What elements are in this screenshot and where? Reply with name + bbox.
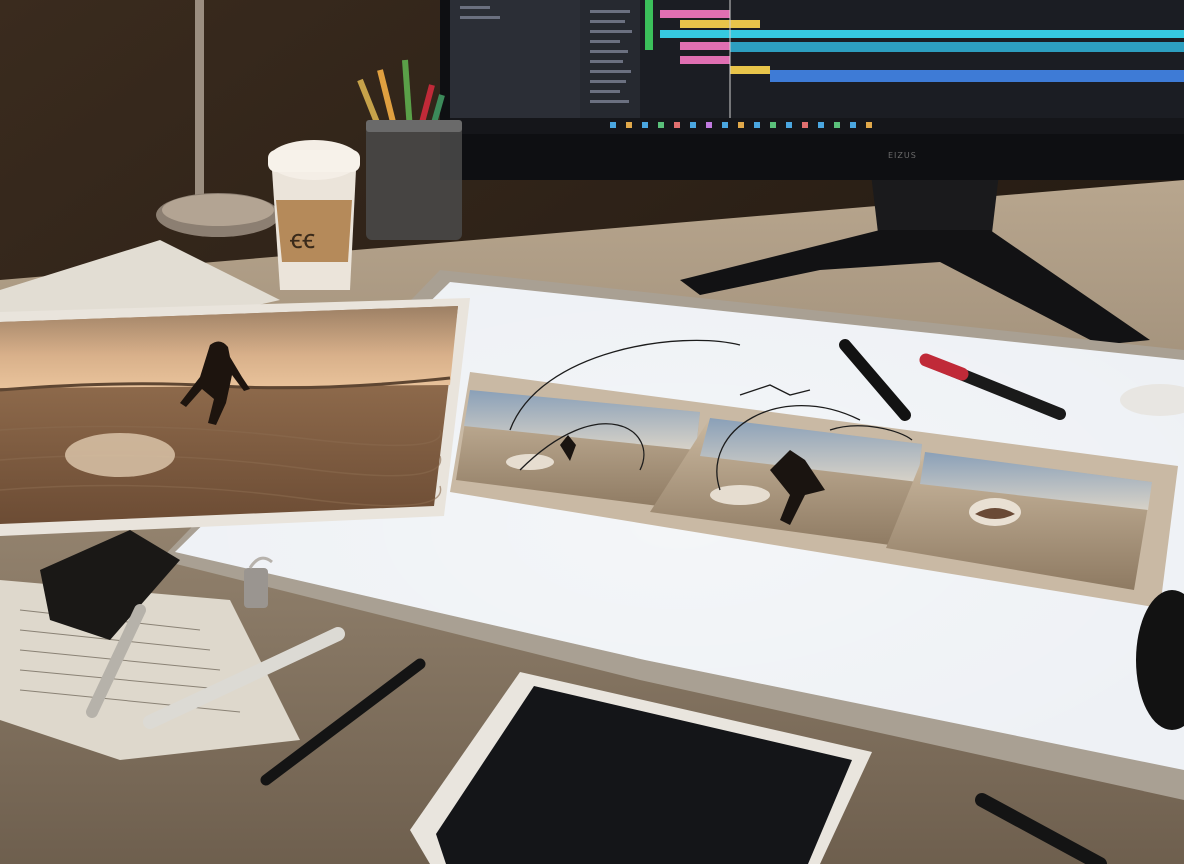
timeline-clip bbox=[660, 10, 730, 18]
sand-spray bbox=[65, 433, 175, 477]
timeline-clip bbox=[730, 42, 1184, 52]
taskbar bbox=[450, 118, 1184, 134]
timeline-clip bbox=[680, 56, 730, 64]
timeline-clip bbox=[730, 66, 770, 74]
desk-scene: EIZUS ꞓꞓ bbox=[0, 0, 1184, 864]
monitor-brand-label: EIZUS bbox=[888, 151, 917, 160]
coffee-cup: ꞓꞓ bbox=[268, 140, 360, 290]
timeline-clip bbox=[680, 20, 760, 28]
svg-text:ꞓꞓ: ꞓꞓ bbox=[290, 225, 315, 255]
timeline-clip bbox=[770, 70, 1184, 82]
timeline-clip bbox=[660, 30, 1184, 38]
desert-photo-print bbox=[0, 298, 470, 536]
